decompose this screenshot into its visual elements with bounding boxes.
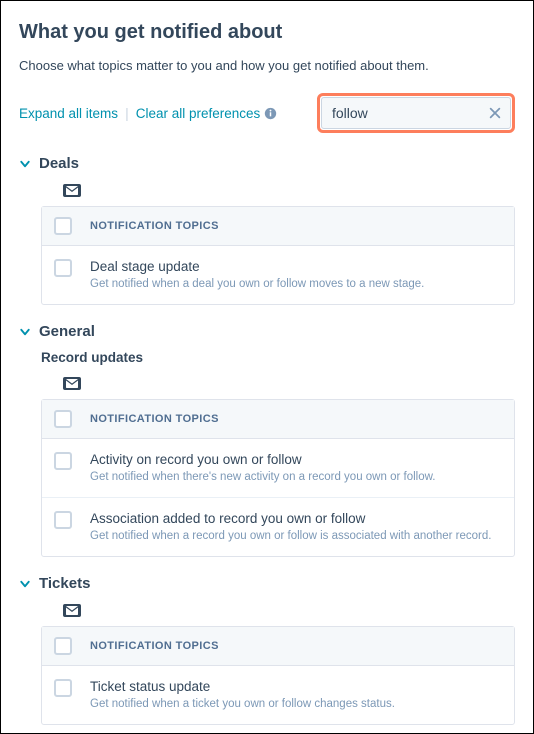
select-all-checkbox[interactable] bbox=[54, 637, 72, 655]
clear-all-link[interactable]: Clear all preferences bbox=[136, 106, 261, 121]
topics-table: NOTIFICATION TOPICS Deal stage update Ge… bbox=[41, 206, 515, 305]
table-row: Activity on record you own or follow Get… bbox=[42, 439, 514, 498]
table-row: Deal stage update Get notified when a de… bbox=[42, 246, 514, 304]
table-row: Association added to record you own or f… bbox=[42, 498, 514, 556]
info-icon[interactable] bbox=[264, 107, 277, 120]
separator: | bbox=[125, 105, 129, 121]
topic-title: Association added to record you own or f… bbox=[90, 510, 502, 528]
search-input[interactable] bbox=[330, 104, 488, 122]
table-row: Ticket status update Get notified when a… bbox=[42, 666, 514, 724]
topic-desc: Get notified when there's new activity o… bbox=[90, 470, 502, 486]
topic-desc: Get notified when a ticket you own or fo… bbox=[90, 697, 502, 713]
search-highlight bbox=[317, 93, 515, 133]
page-title: What you get notified about bbox=[19, 21, 515, 44]
email-channel-icon[interactable] bbox=[63, 377, 81, 390]
page-subtitle: Choose what topics matter to you and how… bbox=[19, 58, 515, 73]
topic-title: Activity on record you own or follow bbox=[90, 451, 502, 469]
topic-title: Deal stage update bbox=[90, 258, 502, 276]
topic-checkbox[interactable] bbox=[54, 511, 72, 529]
table-header: NOTIFICATION TOPICS bbox=[42, 400, 514, 439]
section-toggle-general[interactable]: General bbox=[19, 323, 515, 340]
topic-desc: Get notified when a record you own or fo… bbox=[90, 529, 502, 545]
email-channel-icon[interactable] bbox=[63, 184, 81, 197]
search-field[interactable] bbox=[321, 97, 511, 129]
column-header: NOTIFICATION TOPICS bbox=[90, 220, 219, 232]
section-title: Tickets bbox=[39, 575, 90, 592]
chevron-down-icon bbox=[19, 326, 31, 338]
column-header: NOTIFICATION TOPICS bbox=[90, 640, 219, 652]
table-header: NOTIFICATION TOPICS bbox=[42, 627, 514, 666]
chevron-down-icon bbox=[19, 578, 31, 590]
table-header: NOTIFICATION TOPICS bbox=[42, 207, 514, 246]
section-title: Deals bbox=[39, 155, 79, 172]
select-all-checkbox[interactable] bbox=[54, 410, 72, 428]
expand-all-link[interactable]: Expand all items bbox=[19, 106, 118, 121]
topic-desc: Get notified when a deal you own or foll… bbox=[90, 277, 502, 293]
topic-checkbox[interactable] bbox=[54, 679, 72, 697]
chevron-down-icon bbox=[19, 158, 31, 170]
topic-title: Ticket status update bbox=[90, 678, 502, 696]
select-all-checkbox[interactable] bbox=[54, 217, 72, 235]
email-channel-icon[interactable] bbox=[63, 604, 81, 617]
subsection-title: Record updates bbox=[41, 350, 515, 365]
section-toggle-tickets[interactable]: Tickets bbox=[19, 575, 515, 592]
column-header: NOTIFICATION TOPICS bbox=[90, 413, 219, 425]
clear-search-icon[interactable] bbox=[488, 106, 502, 120]
topics-table: NOTIFICATION TOPICS Ticket status update… bbox=[41, 626, 515, 725]
topic-checkbox[interactable] bbox=[54, 452, 72, 470]
topics-table: NOTIFICATION TOPICS Activity on record y… bbox=[41, 399, 515, 557]
section-toggle-deals[interactable]: Deals bbox=[19, 155, 515, 172]
topic-checkbox[interactable] bbox=[54, 259, 72, 277]
section-title: General bbox=[39, 323, 95, 340]
